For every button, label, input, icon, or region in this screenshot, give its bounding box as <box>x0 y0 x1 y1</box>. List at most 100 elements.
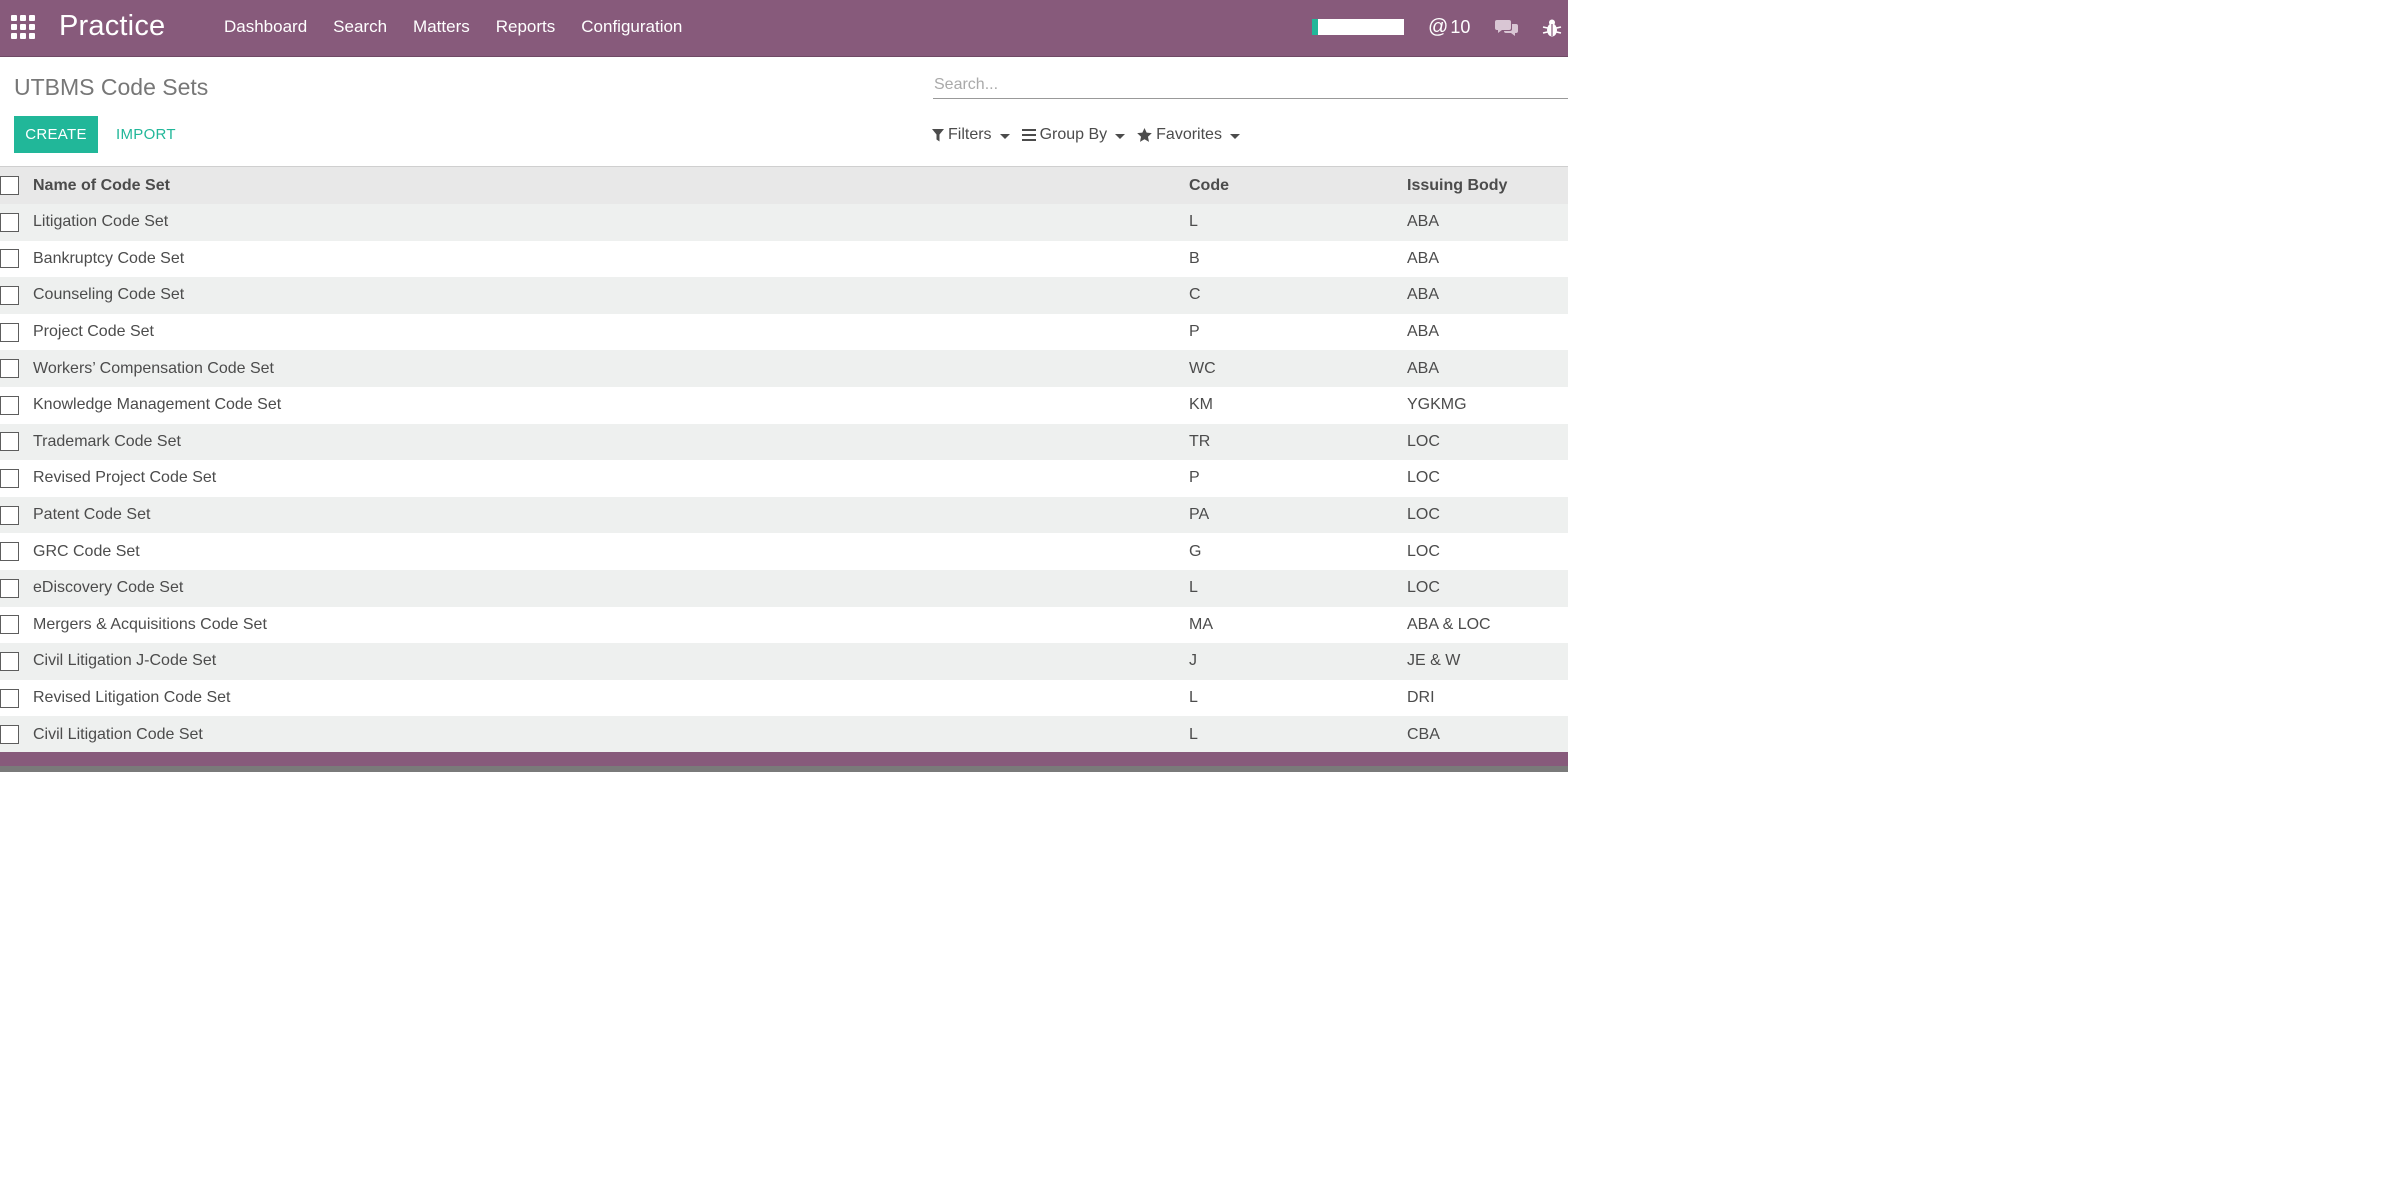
favorites-label: Favorites <box>1156 126 1222 143</box>
bottom-bar <box>0 752 1568 766</box>
filter-icon <box>932 128 944 141</box>
favorites-dropdown[interactable]: Favorites <box>1137 126 1240 144</box>
table-row[interactable]: Revised Litigation Code Set L DRI <box>0 679 1568 717</box>
cell-issuing-body: CBA <box>1407 725 1440 743</box>
search-options: Filters Group By Favorites <box>932 126 1240 144</box>
cell-name: Patent Code Set <box>33 506 151 524</box>
row-checkbox[interactable] <box>0 651 19 671</box>
table-row[interactable]: Mergers & Acquisitions Code Set MA ABA & L… <box>0 606 1568 644</box>
table-row[interactable]: eDiscovery Code Set L LOC <box>0 569 1568 607</box>
cell-issuing-body: ABA <box>1407 286 1440 304</box>
table-row[interactable]: Revised Project Code Set P LOC <box>0 460 1568 497</box>
row-checkbox[interactable] <box>0 249 19 269</box>
table-row[interactable]: Civil Litigation Code Set L CBA <box>0 716 1568 753</box>
cell-code: P <box>1189 323 1200 341</box>
star-icon <box>1137 128 1152 142</box>
table-row[interactable]: Knowledge Management Code Set KM YGKMG <box>0 386 1568 424</box>
row-checkbox[interactable] <box>0 395 19 415</box>
progress-bar[interactable] <box>1312 19 1404 35</box>
cell-name: Counseling Code Set <box>33 286 185 304</box>
cell-code: C <box>1189 286 1201 304</box>
row-checkbox[interactable] <box>0 578 19 598</box>
mentions-button[interactable]: @ 10 <box>1428 16 1470 39</box>
cell-issuing-body: LOC <box>1407 542 1440 560</box>
table-row[interactable]: Workers’ Compensation Code Set WC ABA <box>0 350 1568 387</box>
cell-name: Bankruptcy Code Set <box>33 249 185 267</box>
cell-code: B <box>1189 249 1200 267</box>
mention-count: 10 <box>1450 17 1471 37</box>
menu-item-search[interactable]: Search <box>333 17 387 37</box>
cell-name: GRC Code Set <box>33 542 140 560</box>
cell-name: Mergers & Acquisitions Code Set <box>33 615 267 633</box>
column-header-code[interactable]: Code <box>1189 177 1229 195</box>
row-checkbox[interactable] <box>0 322 19 342</box>
filters-dropdown[interactable]: Filters <box>932 126 1010 144</box>
menu-item-reports[interactable]: Reports <box>496 17 556 37</box>
row-checkbox[interactable] <box>0 468 19 488</box>
cell-code: MA <box>1189 615 1213 633</box>
cell-issuing-body: ABA <box>1407 359 1440 377</box>
cell-name: Workers’ Compensation Code Set <box>33 359 274 377</box>
groupby-dropdown[interactable]: Group By <box>1021 126 1126 144</box>
cell-code: KM <box>1189 396 1213 414</box>
menu-item-dashboard[interactable]: Dashboard <box>224 17 307 37</box>
column-header-issuing-body[interactable]: Issuing Body <box>1407 177 1507 195</box>
cell-issuing-body: ABA <box>1407 323 1440 341</box>
cell-code: PA <box>1189 506 1210 524</box>
menu-item-matters[interactable]: Matters <box>413 17 470 37</box>
cell-issuing-body: ABA <box>1407 249 1440 267</box>
cell-issuing-body: ABA & LOC <box>1407 615 1491 633</box>
cell-name: eDiscovery Code Set <box>33 579 184 597</box>
column-header-name[interactable]: Name of Code Set <box>33 177 170 195</box>
row-checkbox[interactable] <box>0 212 19 232</box>
cell-code: P <box>1189 469 1200 487</box>
cell-issuing-body: LOC <box>1407 506 1440 524</box>
search-input[interactable] <box>933 72 1568 99</box>
chat-bubbles-icon[interactable] <box>1495 18 1519 38</box>
create-button[interactable]: CREATE <box>14 116 98 153</box>
table-row[interactable]: Litigation Code Set L ABA <box>0 204 1568 241</box>
table-body: Litigation Code Set L ABA Bankruptcy Code S… <box>0 204 1568 753</box>
page-title: UTBMS Code Sets <box>14 74 209 100</box>
apps-grid-icon[interactable] <box>11 15 36 40</box>
row-checkbox[interactable] <box>0 285 19 305</box>
row-checkbox[interactable] <box>0 688 19 708</box>
menu-item-configuration[interactable]: Configuration <box>581 17 682 37</box>
select-all-checkbox[interactable] <box>0 176 19 195</box>
groupby-label: Group By <box>1039 126 1108 143</box>
row-checkbox[interactable] <box>0 432 19 452</box>
cell-name: Project Code Set <box>33 323 154 341</box>
table-row[interactable]: Counseling Code Set C ABA <box>0 277 1568 314</box>
filters-label: Filters <box>948 126 992 143</box>
table-row[interactable]: Bankruptcy Code Set B ABA <box>0 240 1568 278</box>
row-checkbox[interactable] <box>0 359 19 379</box>
cell-name: Civil Litigation Code Set <box>33 725 203 743</box>
cell-name: Trademark Code Set <box>33 432 181 450</box>
cell-code: L <box>1189 725 1198 743</box>
import-button[interactable]: IMPORT <box>106 116 186 153</box>
cell-code: L <box>1189 213 1198 231</box>
cell-issuing-body: LOC <box>1407 579 1440 597</box>
cell-code: G <box>1189 542 1202 560</box>
app-brand[interactable]: Practice <box>59 10 165 43</box>
chevron-down-icon <box>999 133 1010 139</box>
cell-code: L <box>1189 689 1198 707</box>
cell-code: J <box>1189 652 1197 670</box>
cell-name: Knowledge Management Code Set <box>33 396 282 414</box>
bottom-scrollbar <box>0 766 1568 772</box>
table-row[interactable]: Civil Litigation J-Code Set J JE & W <box>0 643 1568 680</box>
row-checkbox[interactable] <box>0 615 19 635</box>
cell-issuing-body: ABA <box>1407 213 1440 231</box>
cell-name: Civil Litigation J-Code Set <box>33 652 217 670</box>
code-sets-table: Name of Code Set Code Issuing Body Litig… <box>0 166 1568 753</box>
row-checkbox[interactable] <box>0 505 19 525</box>
table-row[interactable]: Patent Code Set PA LOC <box>0 496 1568 534</box>
table-row[interactable]: Trademark Code Set TR LOC <box>0 423 1568 461</box>
cell-issuing-body: LOC <box>1407 432 1440 450</box>
table-row[interactable]: Project Code Set P ABA <box>0 313 1568 351</box>
row-checkbox[interactable] <box>0 725 19 745</box>
table-row[interactable]: GRC Code Set G LOC <box>0 533 1568 570</box>
cell-code: L <box>1189 579 1198 597</box>
row-checkbox[interactable] <box>0 542 19 562</box>
bug-icon[interactable] <box>1541 17 1563 39</box>
